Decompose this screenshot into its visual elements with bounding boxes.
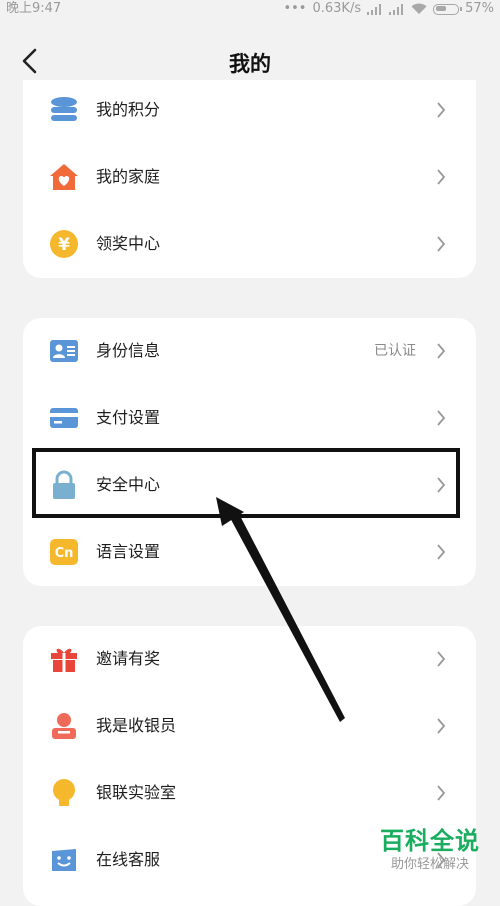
watermark-logo: 百科全说 — [380, 827, 480, 855]
watermark-subtitle: 助你轻松解决 — [390, 857, 469, 872]
watermark: 百科全说 助你轻松解决 — [370, 826, 490, 874]
pointer-arrow — [216, 497, 345, 722]
